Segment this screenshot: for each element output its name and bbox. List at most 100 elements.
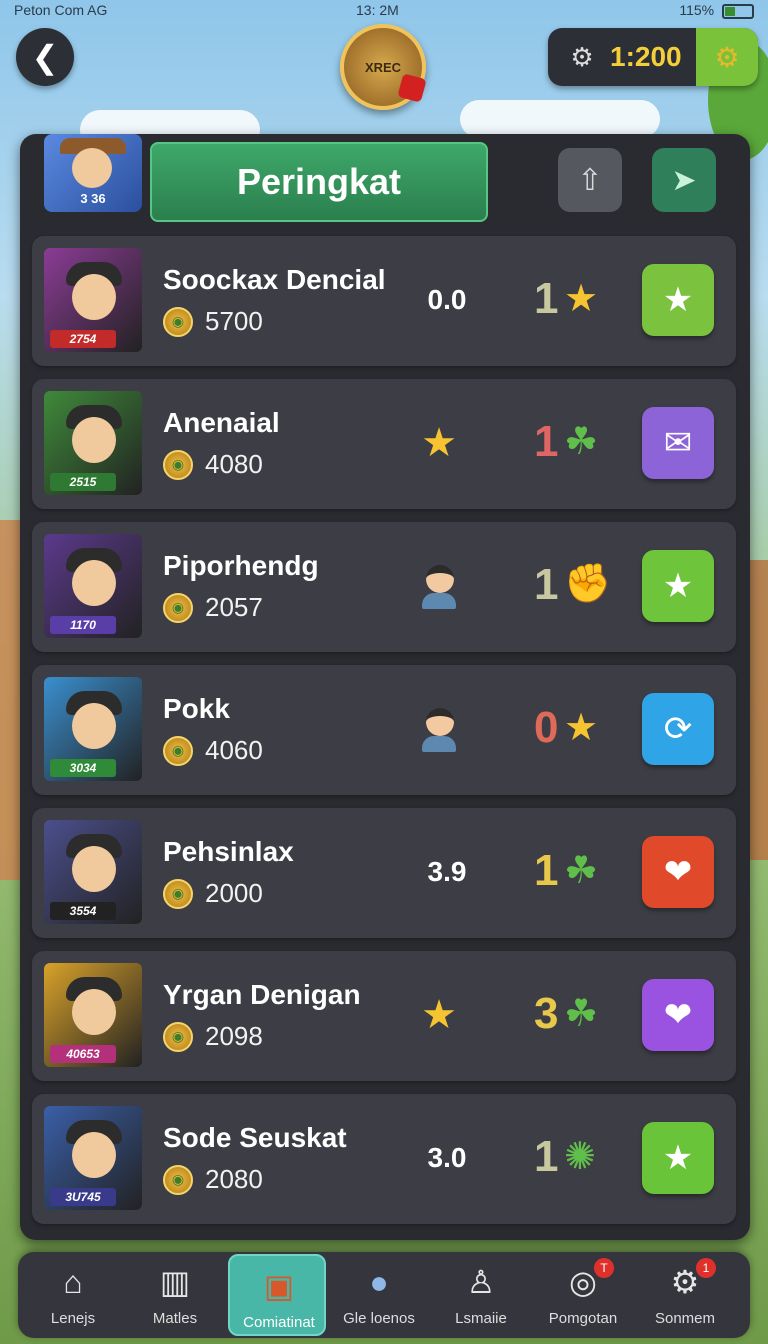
leaf-icon: ☘	[564, 850, 599, 892]
coin-icon: ◉	[163, 878, 193, 909]
currency-display: ⚙ 1:200 ⚙	[548, 28, 758, 86]
star-icon: ★	[662, 567, 694, 605]
score-value: 4080	[205, 449, 263, 479]
nav-item-gear[interactable]: ⚙ Sonmem 1	[636, 1252, 734, 1338]
player-avatar[interactable]: 40653	[44, 963, 142, 1067]
notification-badge: T	[594, 1258, 614, 1278]
chest-icon: ▣	[263, 1268, 295, 1304]
nav-item-camera[interactable]: ◎ Pomgotan T	[534, 1252, 632, 1338]
back-button[interactable]: ❮	[16, 28, 74, 86]
player-rank: 1	[534, 274, 559, 323]
row-action-button[interactable]: ⟳	[642, 693, 714, 765]
avatar-level: 3U745	[50, 1188, 116, 1206]
background-cloud	[460, 100, 660, 138]
coin-icon: ◉	[163, 1164, 193, 1195]
leaderboard-row[interactable]: 3034 Pokk ◉ 4060 0 ★ ⟳	[32, 665, 736, 795]
star-icon: ★	[564, 707, 599, 749]
row-action-button[interactable]: ❤	[642, 836, 714, 908]
envelope-icon: ✉	[663, 424, 693, 462]
upload-button[interactable]: ⇧	[558, 148, 622, 212]
score-value: 5700	[205, 306, 263, 336]
row-action-button[interactable]: ★	[642, 264, 714, 336]
row-action-button[interactable]: ★	[642, 550, 714, 622]
player-stat: 3.9	[427, 856, 467, 887]
nav-item-home[interactable]: ⌂ Lenejs	[24, 1252, 122, 1338]
person-icon	[415, 705, 463, 753]
score-value: 2080	[205, 1164, 263, 1194]
tab-peringkat[interactable]: Peringkat	[150, 142, 488, 222]
send-button[interactable]: ➤	[652, 148, 716, 212]
player-score: ◉ 5700	[163, 306, 263, 337]
player-profile-avatar[interactable]: 3 36	[44, 134, 142, 212]
coin-icon: ◉	[163, 592, 193, 623]
player-name: Anenaial	[163, 407, 280, 438]
player-name: Piporhendg	[163, 550, 319, 581]
star-icon: ★	[421, 421, 457, 465]
nav-item-book[interactable]: ▥ Matles	[126, 1252, 224, 1338]
nav-item-person-stand[interactable]: ♙ Lsmaiie	[432, 1252, 530, 1338]
game-emblem[interactable]: XREC	[340, 24, 427, 110]
panel-header: 3 36 Peringkat ⇧ ➤	[20, 134, 750, 226]
nav-label: Matles	[152, 1310, 198, 1327]
dice-icon	[397, 73, 427, 103]
player-avatar[interactable]: 2515	[44, 391, 142, 495]
avatar-level: 3034	[50, 759, 116, 777]
row-action-button[interactable]: ❤	[642, 979, 714, 1051]
row-action-button[interactable]: ✉	[642, 407, 714, 479]
leaderboard-row[interactable]: 3U745 Sode Seuskat ◉ 2080 3.0 1 ✺ ★	[32, 1094, 736, 1224]
player-stat: 3.0	[427, 1142, 467, 1173]
player-rank: 3	[534, 989, 559, 1038]
coin-icon: ◉	[163, 449, 193, 480]
player-rank: 1	[534, 1132, 559, 1181]
leaderboard-row[interactable]: 40653 Yrgan Denigan ◉ 2098 ★ 3 ☘ ❤	[32, 951, 736, 1081]
player-name: Pokk	[163, 693, 230, 724]
currency-add-button[interactable]: ⚙	[696, 28, 758, 86]
face-icon	[72, 989, 116, 1035]
score-value: 4060	[205, 735, 263, 765]
face-icon	[72, 417, 116, 463]
coin-icon: ◉	[163, 1021, 193, 1052]
heart-icon: ❤	[663, 853, 693, 891]
player-name: Soockax Dencial	[163, 264, 386, 295]
battery-percent: 115%	[679, 2, 715, 18]
player-avatar[interactable]: 3554	[44, 820, 142, 924]
player-rank: 1	[534, 417, 559, 466]
send-icon: ➤	[671, 163, 697, 197]
face-icon	[72, 1132, 116, 1178]
status-bar: Peton Com AG 13: 2M 115%	[0, 0, 768, 22]
profile-level: 3 36	[80, 191, 106, 206]
person-stand-icon: ♙	[466, 1264, 496, 1300]
face-icon	[72, 148, 112, 188]
leaderboard-panel: 3 36 Peringkat ⇧ ➤ 2754 Soockax Dencial ◉ 5…	[20, 134, 750, 1240]
player-rank: 1	[534, 560, 559, 609]
nav-item-orb[interactable]: ● Gle loenos	[330, 1252, 428, 1338]
face-icon	[72, 846, 116, 892]
player-rank: 0	[534, 703, 559, 752]
player-avatar[interactable]: 1170	[44, 534, 142, 638]
settings-gear-icon[interactable]: ⚙	[562, 42, 602, 73]
upload-icon: ⇧	[577, 163, 603, 197]
row-action-button[interactable]: ★	[642, 1122, 714, 1194]
star-icon: ★	[662, 1139, 694, 1177]
player-avatar[interactable]: 3034	[44, 677, 142, 781]
nav-label: Lsmaiie	[455, 1310, 507, 1327]
nav-label: Sonmem	[654, 1310, 716, 1327]
player-avatar[interactable]: 2754	[44, 248, 142, 352]
leaderboard-row[interactable]: 1170 Piporhendg ◉ 2057 1 ✊ ★	[32, 522, 736, 652]
player-score: ◉ 2080	[163, 1164, 263, 1195]
face-icon	[72, 703, 116, 749]
avatar-level: 3554	[50, 902, 116, 920]
leaderboard-row[interactable]: 3554 Pehsinlax ◉ 2000 3.9 1 ☘ ❤	[32, 808, 736, 938]
book-icon: ▥	[159, 1264, 191, 1300]
leaderboard-row[interactable]: 2754 Soockax Dencial ◉ 5700 0.0 1 ★ ★	[32, 236, 736, 366]
nav-label: Comiatinat	[243, 1314, 315, 1331]
nav-item-chest[interactable]: ▣ Comiatinat	[228, 1254, 326, 1336]
leaderboard-row[interactable]: 2515 Anenaial ◉ 4080 ★ 1 ☘ ✉	[32, 379, 736, 509]
nav-label: Gle loenos	[343, 1310, 415, 1327]
fist-icon: ✊	[564, 563, 612, 605]
battery-icon	[722, 3, 754, 19]
player-avatar[interactable]: 3U745	[44, 1106, 142, 1210]
player-name: Yrgan Denigan	[163, 979, 361, 1010]
player-score: ◉ 2057	[163, 592, 263, 623]
status-battery: 115%	[679, 2, 754, 19]
